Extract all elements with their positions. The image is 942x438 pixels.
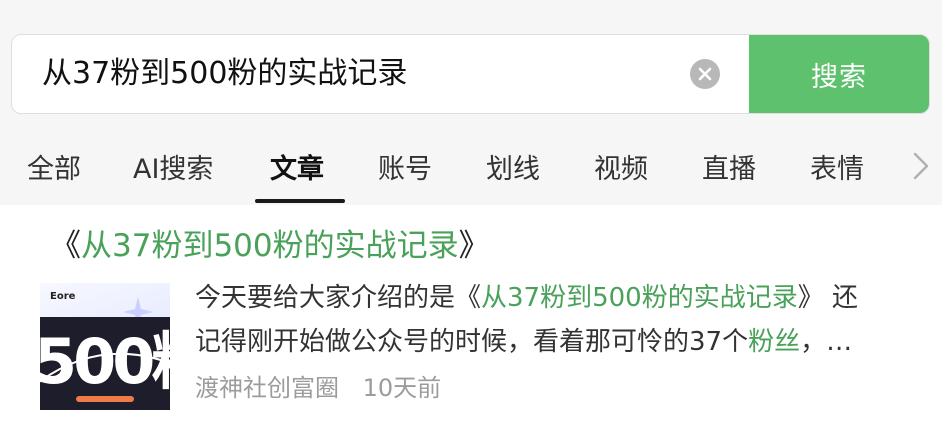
tab-live[interactable]: 直播 [702, 147, 756, 186]
thumbnail-button-shape [76, 396, 134, 402]
tab-highlights[interactable]: 划线 [486, 147, 540, 186]
result-summary: 今天要给大家介绍的是《从37粉到500粉的实战记录》 还 记得刚开始做公众号的时… [195, 276, 910, 364]
title-bracket-open: 《 [50, 228, 81, 264]
summary-text: 记得刚开始做公众号的时候，看着那可怜的37个 [195, 327, 749, 357]
search-box: 从37粉到500粉的实战记录 搜索 [11, 34, 930, 114]
tab-all[interactable]: 全部 [27, 147, 81, 186]
summary-line-1: 今天要给大家介绍的是《从37粉到500粉的实战记录》 还 [195, 276, 910, 320]
search-header: 从37粉到500粉的实战记录 搜索 全部 AI搜索 文章 账号 划线 视频 直播… [0, 0, 942, 205]
clear-search-button[interactable] [690, 59, 720, 89]
result-title[interactable]: 《从37粉到500粉的实战记录》 [50, 220, 490, 265]
summary-highlight: 粉丝 [748, 327, 801, 357]
result-source[interactable]: 渡神社创富圈 [195, 374, 339, 402]
summary-highlight: 从37粉到500粉的实战记录 [481, 283, 798, 313]
summary-text: 今天要给大家介绍的是《 [195, 283, 482, 313]
thumbnail-brand: Eore [50, 291, 76, 302]
result-meta: 渡神社创富圈 10天前 [195, 368, 441, 403]
title-bracket-close: 》 [458, 228, 490, 264]
result-time: 10天前 [362, 374, 442, 402]
tab-bar: 全部 AI搜索 文章 账号 划线 视频 直播 表情 [0, 135, 942, 205]
close-icon [698, 67, 712, 81]
tab-accounts[interactable]: 账号 [378, 147, 432, 186]
search-result-item[interactable]: 《从37粉到500粉的实战记录》 Eore 500粉 今天要给大家介绍的是《从3… [0, 206, 942, 438]
tab-videos[interactable]: 视频 [594, 147, 648, 186]
result-thumbnail[interactable]: Eore 500粉 [40, 283, 170, 410]
tab-articles[interactable]: 文章 [270, 147, 324, 186]
thumbnail-swoosh [40, 352, 170, 383]
summary-text: 》 还 [797, 283, 858, 313]
title-highlight: 从37粉到500粉的实战记录 [81, 228, 459, 264]
tab-ai-search[interactable]: AI搜索 [133, 147, 213, 186]
summary-line-2: 记得刚开始做公众号的时候，看着那可怜的37个粉丝，… [195, 320, 910, 364]
summary-text: ，… [800, 327, 853, 357]
search-input[interactable]: 从37粉到500粉的实战记录 [42, 35, 682, 113]
search-button[interactable]: 搜索 [749, 35, 929, 113]
chevron-right-icon[interactable] [908, 149, 934, 183]
active-tab-indicator [255, 199, 345, 203]
tab-stickers[interactable]: 表情 [810, 147, 864, 186]
